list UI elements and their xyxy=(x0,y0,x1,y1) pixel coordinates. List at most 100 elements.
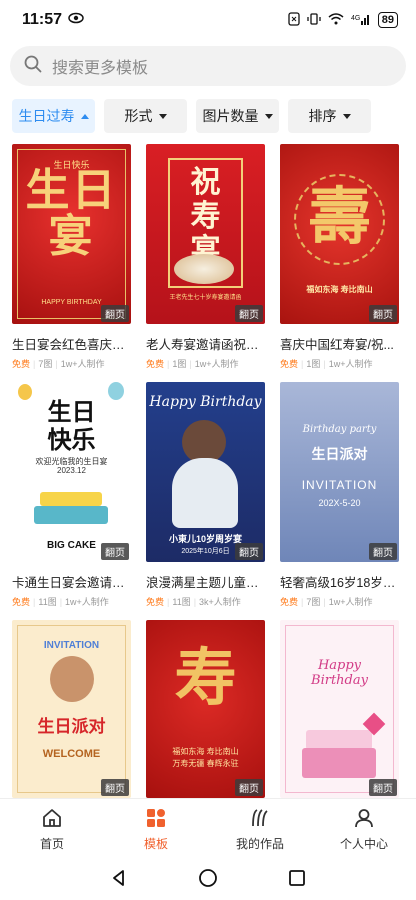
card-title: 轻奢高级16岁18岁成... xyxy=(280,576,399,590)
thumb-invitation: INVITATION xyxy=(301,478,378,492)
template-card[interactable]: Happy Birthday 翻页 xyxy=(280,620,399,798)
battery-indicator: 89 xyxy=(377,12,398,28)
back-icon[interactable] xyxy=(110,869,128,892)
template-thumbnail[interactable]: 祝寿宴 王老先生七十岁寿宴邀请函 翻页 xyxy=(146,144,265,324)
search-placeholder: 搜索更多模板 xyxy=(52,60,149,77)
caret-down-icon xyxy=(264,113,273,119)
user-icon xyxy=(353,807,375,832)
flip-badge: 翻页 xyxy=(101,543,129,560)
svg-text:4G: 4G xyxy=(351,15,360,22)
thumb-title: 生日宴 xyxy=(25,165,118,262)
filter-image-count[interactable]: 图片数量 xyxy=(196,99,279,133)
flip-badge: 翻页 xyxy=(235,543,263,560)
home-circle-icon[interactable] xyxy=(198,868,218,893)
search-bar[interactable]: 搜索更多模板 xyxy=(10,46,406,86)
nav-label: 首页 xyxy=(39,837,64,851)
card-meta: 免费 | 1图 | 1w+人制作 xyxy=(146,359,239,369)
flip-badge: 翻页 xyxy=(101,305,129,322)
system-nav-bar xyxy=(0,860,416,900)
filter-label: 生日过寿 xyxy=(18,108,75,124)
template-card[interactable]: INVITATION 生日派对 WELCOME 翻页 xyxy=(12,620,131,798)
thumb-subtitle: 福如东海 寿比南山 xyxy=(306,285,373,294)
caret-down-icon xyxy=(158,113,167,119)
thumb-title: 壽 xyxy=(308,180,371,253)
nav-label: 模板 xyxy=(143,837,168,851)
thumb-english: Happy Birthday xyxy=(149,394,262,410)
thumb-title: 寿 xyxy=(174,641,237,714)
card-title: 老人寿宴邀请函祝寿... xyxy=(146,338,265,352)
card-meta: 免费 | 11图 | 1w+人制作 xyxy=(12,597,109,607)
filter-label: 形式 xyxy=(124,108,153,124)
template-thumbnail[interactable]: 寿 福如东海 寿比南山 万寿无疆 春辉永驻 翻页 xyxy=(146,620,265,798)
bottom-nav: 首页 模板 我的作品 个人中心 xyxy=(0,798,416,860)
thumb-english: Happy Birthday xyxy=(311,658,368,688)
status-time: 11:57 xyxy=(22,11,63,28)
thumb-welcome: WELCOME xyxy=(42,748,101,760)
thumb-subtitle-2: 万寿无疆 春辉永驻 xyxy=(172,759,239,768)
home-icon xyxy=(41,807,63,832)
template-icon xyxy=(145,807,167,832)
filter-format[interactable]: 形式 xyxy=(104,99,187,133)
search-icon xyxy=(24,55,42,78)
template-thumbnail[interactable]: Happy Birthday 小東儿10岁周岁宴 2025年10月6日 翻页 xyxy=(146,382,265,562)
thumb-subtitle: 福如东海 寿比南山 xyxy=(172,747,239,756)
template-card[interactable]: Happy Birthday 小東儿10岁周岁宴 2025年10月6日 翻页 浪… xyxy=(146,382,265,608)
nav-templates[interactable]: 模板 xyxy=(104,799,208,860)
template-card[interactable]: Birthday party 生日派对 INVITATION 202X-5-20… xyxy=(280,382,399,608)
thumb-invitation: INVITATION xyxy=(43,640,100,651)
thumb-title: 祝寿宴 xyxy=(190,165,221,268)
nav-my-works[interactable]: 我的作品 xyxy=(208,799,312,860)
flip-badge: 翻页 xyxy=(369,305,397,322)
signal-icon: 4G xyxy=(351,13,371,28)
filter-label: 排序 xyxy=(308,108,337,124)
template-thumbnail[interactable]: Birthday party 生日派对 INVITATION 202X-5-20… xyxy=(280,382,399,562)
card-meta: 免费 | 7图 | 1w+人制作 xyxy=(280,597,373,607)
eye-icon xyxy=(68,11,84,29)
recents-icon[interactable] xyxy=(288,869,306,892)
flip-badge: 翻页 xyxy=(235,779,263,796)
filter-bar: 生日过寿 形式 图片数量 排序 xyxy=(12,99,408,133)
nfc-icon xyxy=(288,11,300,29)
card-title: 卡通生日宴会邀请函... xyxy=(12,576,131,590)
card-title: 生日宴会红色喜庆生... xyxy=(12,338,131,352)
caret-down-icon xyxy=(342,113,351,119)
nav-home[interactable]: 首页 xyxy=(0,799,104,860)
caret-up-icon xyxy=(80,113,89,119)
thumb-title: 生日快乐 xyxy=(47,397,96,454)
card-title: 喜庆中国红寿宴/祝... xyxy=(280,338,394,352)
nav-profile[interactable]: 个人中心 xyxy=(312,799,416,860)
flip-badge: 翻页 xyxy=(101,779,129,796)
filter-label: 图片数量 xyxy=(202,108,259,124)
filter-sort[interactable]: 排序 xyxy=(288,99,371,133)
thumb-date: 2023.12 xyxy=(57,466,86,475)
template-thumbnail[interactable]: 生日快乐 生日宴 HAPPY BIRTHDAY 翻页 xyxy=(12,144,131,324)
vibrate-icon xyxy=(307,12,321,29)
thumb-date: 202X-5-20 xyxy=(318,498,361,508)
template-thumbnail[interactable]: 生日快乐 欢迎光临我的生日宴 2023.12 BIG CAKE 翻页 xyxy=(12,382,131,562)
template-thumbnail[interactable]: 壽 福如东海 寿比南山 翻页 xyxy=(280,144,399,324)
card-title: 浪漫满星主题儿童生... xyxy=(146,576,265,590)
template-thumbnail[interactable]: Happy Birthday 翻页 xyxy=(280,620,399,798)
thumb-english: Birthday party xyxy=(302,424,377,435)
flip-badge: 翻页 xyxy=(235,305,263,322)
thumb-title: 生日派对 xyxy=(311,447,368,463)
thumb-title: 生日派对 xyxy=(37,717,106,737)
status-bar: 11:57 4G 89 xyxy=(0,0,416,40)
works-icon xyxy=(249,807,271,832)
card-meta: 免费 | 1图 | 1w+人制作 xyxy=(280,359,373,369)
nav-label: 我的作品 xyxy=(235,837,284,851)
template-card[interactable]: 寿 福如东海 寿比南山 万寿无疆 春辉永驻 翻页 xyxy=(146,620,265,798)
flip-badge: 翻页 xyxy=(369,779,397,796)
filter-birthday[interactable]: 生日过寿 xyxy=(12,99,95,133)
flip-badge: 翻页 xyxy=(369,543,397,560)
template-card[interactable]: 生日快乐 欢迎光临我的生日宴 2023.12 BIG CAKE 翻页 卡通生日宴… xyxy=(12,382,131,608)
card-meta: 免费 | 11图 | 3k+人制作 xyxy=(146,597,241,607)
nav-label: 个人中心 xyxy=(339,837,388,851)
card-meta: 免费 | 7图 | 1w+人制作 xyxy=(12,359,105,369)
wifi-icon xyxy=(328,12,344,28)
template-card[interactable]: 壽 福如东海 寿比南山 翻页 喜庆中国红寿宴/祝... 免费 | 1图 | 1w+人制作 xyxy=(280,144,399,370)
template-card[interactable]: 祝寿宴 王老先生七十岁寿宴邀请函 翻页 老人寿宴邀请函祝寿... 免费 | 1图 | 1… xyxy=(146,144,265,370)
template-card[interactable]: 生日快乐 生日宴 HAPPY BIRTHDAY 翻页 生日宴会红色喜庆生... … xyxy=(12,144,131,370)
template-thumbnail[interactable]: INVITATION 生日派对 WELCOME 翻页 xyxy=(12,620,131,798)
thumb-subtitle: 王老先生七十岁寿宴邀请函 xyxy=(169,295,242,301)
